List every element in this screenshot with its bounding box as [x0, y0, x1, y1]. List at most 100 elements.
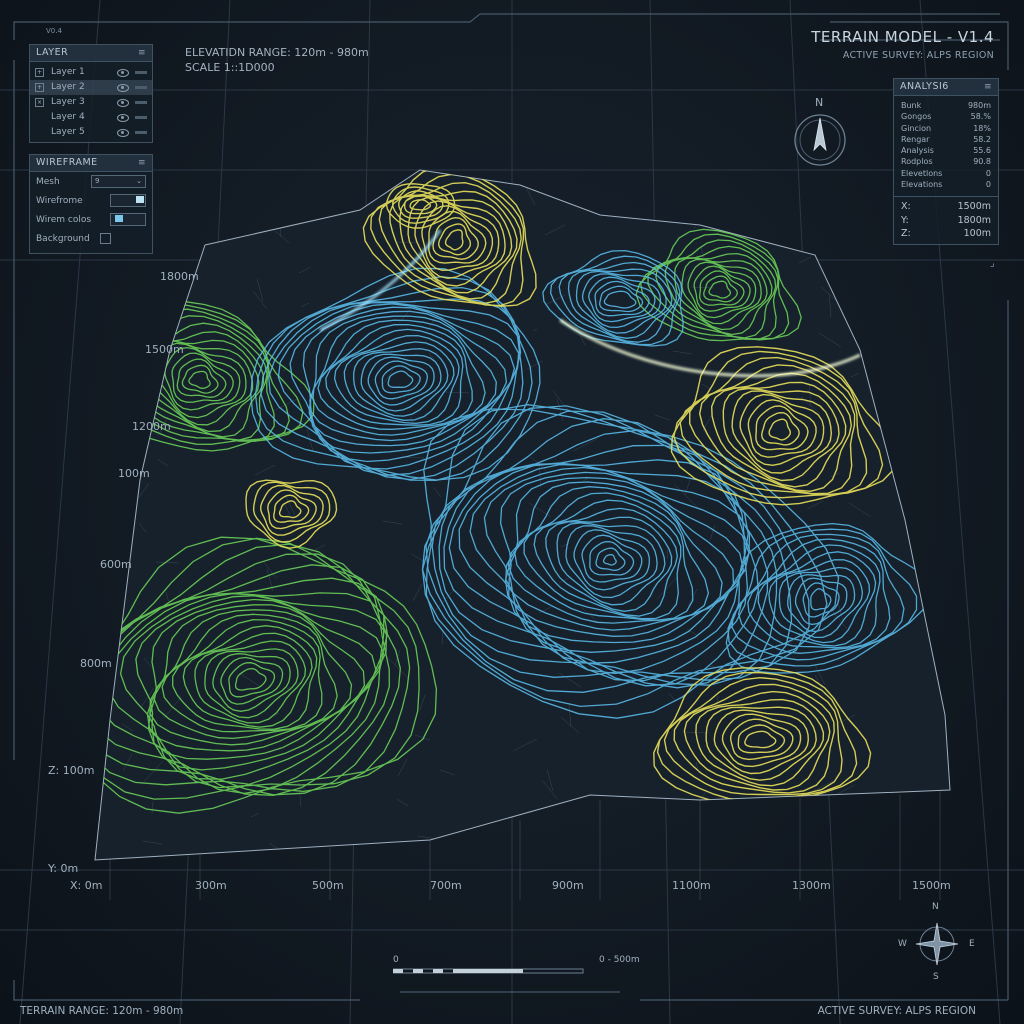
eye-icon[interactable]	[117, 98, 129, 107]
layer-checkbox[interactable]	[35, 113, 44, 122]
compass-north-label: N	[815, 96, 824, 109]
eye-icon[interactable]	[117, 128, 129, 137]
menu-icon[interactable]: ≡	[138, 155, 146, 171]
footer-terrain-range: TERRAIN RANGE: 120m - 980m	[20, 1005, 184, 1017]
analysis-panel-header: ANALYSI6 ≡	[894, 79, 998, 96]
analysis-label: Bunk	[901, 101, 922, 110]
chevron-down-icon: ⌄	[136, 177, 142, 185]
opacity-slider[interactable]	[135, 131, 147, 134]
y-axis-tick-label: Z: 100m	[48, 764, 95, 777]
analysis-row: Rengar 58.2	[894, 134, 998, 145]
compass-e-label: E	[969, 939, 975, 949]
wire-color-label: Wirem colos	[36, 214, 92, 225]
coord-label: Y:	[901, 214, 909, 226]
coord-label: Z:	[901, 228, 911, 240]
background-row: Background	[30, 229, 152, 248]
coord-row: X: 1500m	[894, 200, 998, 214]
scale-end-label: 0 - 500m	[599, 955, 640, 965]
layer-item[interactable]: × Layer 3	[30, 95, 152, 110]
terrain-model[interactable]	[0, 0, 1024, 1024]
scale-label: SCALE 1::1D000	[185, 61, 275, 74]
y-axis-tick-label: 100m	[118, 467, 150, 480]
x-axis-tick-label: 300m	[195, 879, 227, 892]
coord-value: 100m	[963, 228, 991, 240]
coord-row: Y: 1800m	[894, 214, 998, 228]
resize-corner-icon[interactable]: ⌟	[990, 258, 995, 269]
toggle-knob	[136, 196, 144, 203]
analysis-value: 58.2	[973, 134, 991, 144]
analysis-row: Bunk 980m	[894, 100, 998, 111]
compass-top[interactable]: N	[790, 96, 850, 172]
layer-item[interactable]: + Layer 2	[30, 80, 152, 95]
compass-w-label: W	[898, 939, 907, 949]
background-label: Background	[36, 233, 90, 244]
eye-icon[interactable]	[117, 83, 129, 92]
app-title: TERRAIN MODEL - V1.4	[811, 28, 994, 46]
y-axis-tick-label: Y: 0m	[48, 862, 79, 875]
layer-checkbox[interactable]: +	[35, 68, 44, 77]
layer-label: Layer 3	[51, 97, 85, 107]
analysis-label: Gincion	[901, 123, 932, 133]
x-axis-tick-label: X: 0m	[70, 879, 103, 892]
y-axis-tick-label: 1200m	[132, 420, 171, 433]
coord-value: 1500m	[957, 201, 991, 213]
mesh-label: Mesh	[36, 176, 60, 187]
analysis-label: Rodplos	[901, 157, 933, 167]
layer-label: Layer 5	[51, 127, 85, 137]
mesh-row: Mesh 9 ⌄	[30, 172, 152, 191]
x-axis-tick-label: 700m	[430, 879, 462, 892]
eye-icon[interactable]	[117, 68, 129, 77]
opacity-slider[interactable]	[135, 86, 147, 89]
layer-checkbox[interactable]: +	[35, 83, 44, 92]
x-axis-tick-label: 1100m	[672, 879, 711, 892]
coord-row: Z: 100m	[894, 227, 998, 241]
wireframe-toggle[interactable]	[110, 194, 146, 207]
menu-icon[interactable]: ≡	[138, 45, 146, 61]
analysis-row: Elevations 0	[894, 179, 998, 190]
analysis-list: Bunk 980m Gongos 58.% Gincion 18% Rengar 58.2 An…	[894, 96, 998, 190]
wireframe-panel: WIREFRAME ≡ Mesh 9 ⌄ Wirefrome Wirem col…	[29, 154, 153, 254]
opacity-slider[interactable]	[135, 101, 147, 104]
wireframe-row: Wirefrome	[30, 191, 152, 210]
wireframe-panel-title: WIREFRAME	[36, 157, 98, 168]
layer-item[interactable]: Layer 5	[30, 125, 152, 140]
analysis-panel: ANALYSI6 ≡ Bunk 980m Gongos 58.% Gincion 18% R…	[893, 78, 999, 245]
analysis-row: Gongos 58.%	[894, 111, 998, 122]
eye-icon[interactable]	[117, 113, 129, 122]
wireframe-panel-header: WIREFRAME ≡	[30, 155, 152, 172]
analysis-label: Elevetlons	[901, 168, 943, 178]
compass-n-label: N	[932, 902, 939, 912]
mesh-value: 9	[95, 177, 100, 185]
layer-checkbox[interactable]: ×	[35, 98, 44, 107]
scale-start-label: 0	[393, 955, 399, 965]
analysis-value: 0	[985, 180, 991, 190]
layer-label: Layer 4	[51, 112, 85, 122]
coord-value: 1800m	[957, 214, 991, 226]
elevation-range: ELEVATIDN RANGE: 120m - 980m	[185, 46, 369, 59]
scale-bar-graphic	[393, 968, 584, 974]
analysis-row: Gincion 18%	[894, 123, 998, 134]
analysis-label: Gongos	[901, 112, 932, 122]
layer-item[interactable]: + Layer 1	[30, 65, 152, 80]
background-swatch[interactable]	[99, 233, 111, 244]
wire-color-picker[interactable]	[110, 213, 146, 226]
x-axis-tick-label: 500m	[312, 879, 344, 892]
compass-rose-icon	[794, 114, 846, 166]
wire-color-row: Wirem colos	[30, 210, 152, 229]
analysis-value: 980m	[967, 101, 991, 110]
mesh-select[interactable]: 9 ⌄	[91, 175, 146, 188]
compass-bottom[interactable]: N S W E	[895, 902, 981, 986]
analysis-row: Analysis 55.6	[894, 145, 998, 156]
analysis-label: Analysis	[901, 146, 934, 156]
layer-checkbox[interactable]	[35, 128, 44, 137]
layer-panel: LAYER ≡ + Layer 1 + Layer 2 × Layer 3 Layer 4 L…	[29, 44, 153, 143]
coordinate-readout: X: 1500m Y: 1800m Z: 100m	[894, 200, 998, 241]
menu-icon[interactable]: ≡	[984, 79, 992, 95]
y-axis-tick-label: 1800m	[160, 270, 199, 283]
opacity-slider[interactable]	[135, 71, 147, 74]
x-axis-tick-label: 1300m	[792, 879, 831, 892]
analysis-row: Rodplos 90.8	[894, 156, 998, 167]
analysis-value: 0	[985, 168, 991, 178]
layer-item[interactable]: Layer 4	[30, 110, 152, 125]
opacity-slider[interactable]	[135, 116, 147, 119]
